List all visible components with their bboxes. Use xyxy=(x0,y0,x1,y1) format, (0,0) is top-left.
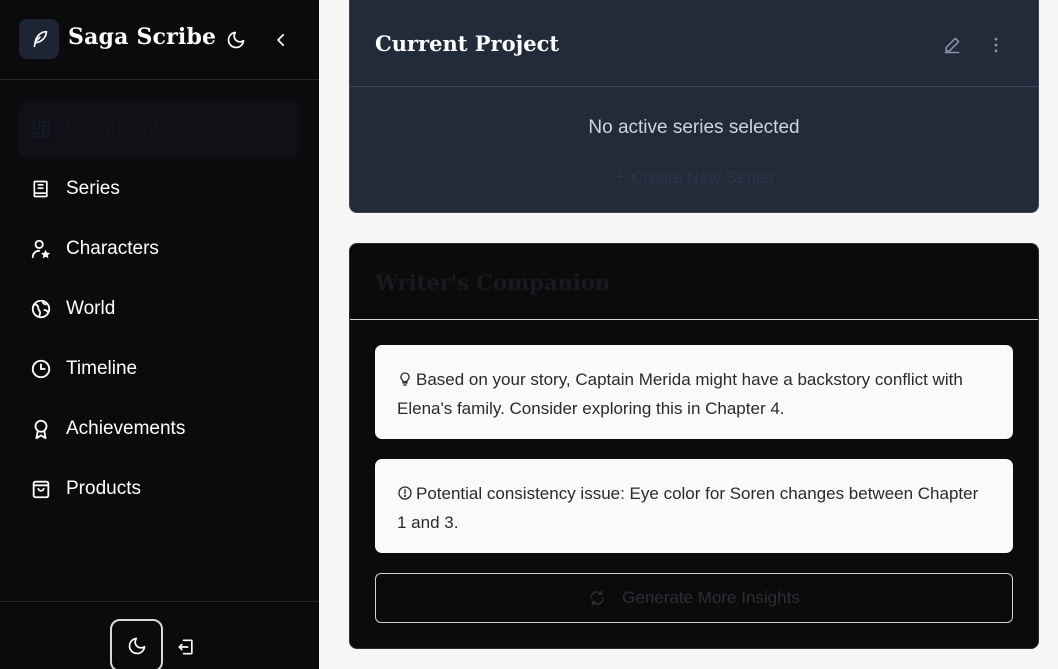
sidebar-footer xyxy=(0,601,319,669)
empty-state-text: No active series selected xyxy=(588,117,800,138)
theme-toggle-button[interactable] xyxy=(110,619,163,669)
sidebar-item-achievements[interactable]: Achievements xyxy=(19,401,300,457)
alert-circle-icon xyxy=(397,482,413,509)
insight-text: Based on your story, Captain Merida migh… xyxy=(397,370,963,418)
feather-logo-icon xyxy=(19,19,59,59)
collapse-sidebar-button[interactable] xyxy=(267,26,295,54)
sidebar-item-label: Characters xyxy=(66,238,159,259)
insight-card: Based on your story, Captain Merida migh… xyxy=(375,345,1013,439)
dashboard-grid-icon xyxy=(29,117,53,141)
moon-icon xyxy=(128,637,145,654)
dark-mode-toggle[interactable] xyxy=(222,26,250,54)
companion-title: Writer's Companion xyxy=(375,270,611,295)
current-project-header: Current Project xyxy=(350,0,1038,87)
companion-header: Writer's Companion xyxy=(350,244,1038,320)
book-icon xyxy=(29,177,53,201)
current-project-title: Current Project xyxy=(375,31,560,56)
sidebar-item-characters[interactable]: Characters xyxy=(19,221,300,277)
sidebar-header: Saga Scribe xyxy=(0,0,319,80)
moon-icon xyxy=(227,31,245,49)
clock-icon xyxy=(29,357,53,381)
sidebar-item-products[interactable]: Products xyxy=(19,461,300,517)
sidebar-item-label: Dashboard xyxy=(66,118,159,139)
app-name: Saga Scribe xyxy=(68,24,217,50)
sidebar-item-timeline[interactable]: Timeline xyxy=(19,341,300,397)
project-more-button[interactable] xyxy=(982,31,1010,59)
insight-text: Potential consistency issue: Eye color f… xyxy=(397,484,979,532)
insight-card: Potential consistency issue: Eye color f… xyxy=(375,459,1013,553)
lightbulb-icon xyxy=(397,368,413,395)
user-star-icon xyxy=(29,237,53,261)
writers-companion-card: Writer's Companion Based on your story, … xyxy=(349,243,1039,649)
plus-icon: + xyxy=(614,167,626,188)
chevron-left-icon xyxy=(277,33,285,47)
sidebar-item-series[interactable]: Series xyxy=(19,161,300,217)
edit-project-button[interactable] xyxy=(938,31,966,59)
shopping-bag-icon xyxy=(29,477,53,501)
sidebar: Saga Scribe Dashboard Series Characters xyxy=(0,0,319,669)
logout-button[interactable] xyxy=(174,635,198,659)
refresh-icon xyxy=(588,589,606,607)
sidebar-item-label: Series xyxy=(66,178,120,199)
sidebar-item-dashboard[interactable]: Dashboard xyxy=(19,101,300,157)
generate-insights-label: Generate More Insights xyxy=(622,588,800,607)
create-new-series-label: Create New Series xyxy=(631,168,774,187)
sidebar-item-label: Achievements xyxy=(66,418,186,439)
globe-icon xyxy=(29,297,53,321)
current-project-card: Current Project No active series selecte… xyxy=(349,0,1039,213)
pencil-icon xyxy=(944,37,960,54)
sidebar-item-label: Timeline xyxy=(66,358,138,379)
generate-insights-button[interactable]: Generate More Insights xyxy=(375,573,1013,623)
more-vertical-icon xyxy=(994,37,998,53)
sidebar-item-label: World xyxy=(66,298,116,319)
award-icon xyxy=(29,417,53,441)
sidebar-item-world[interactable]: World xyxy=(19,281,300,337)
create-new-series-button[interactable]: + Create New Series xyxy=(350,167,1038,189)
sidebar-item-label: Products xyxy=(66,478,141,499)
logout-icon xyxy=(178,639,193,655)
